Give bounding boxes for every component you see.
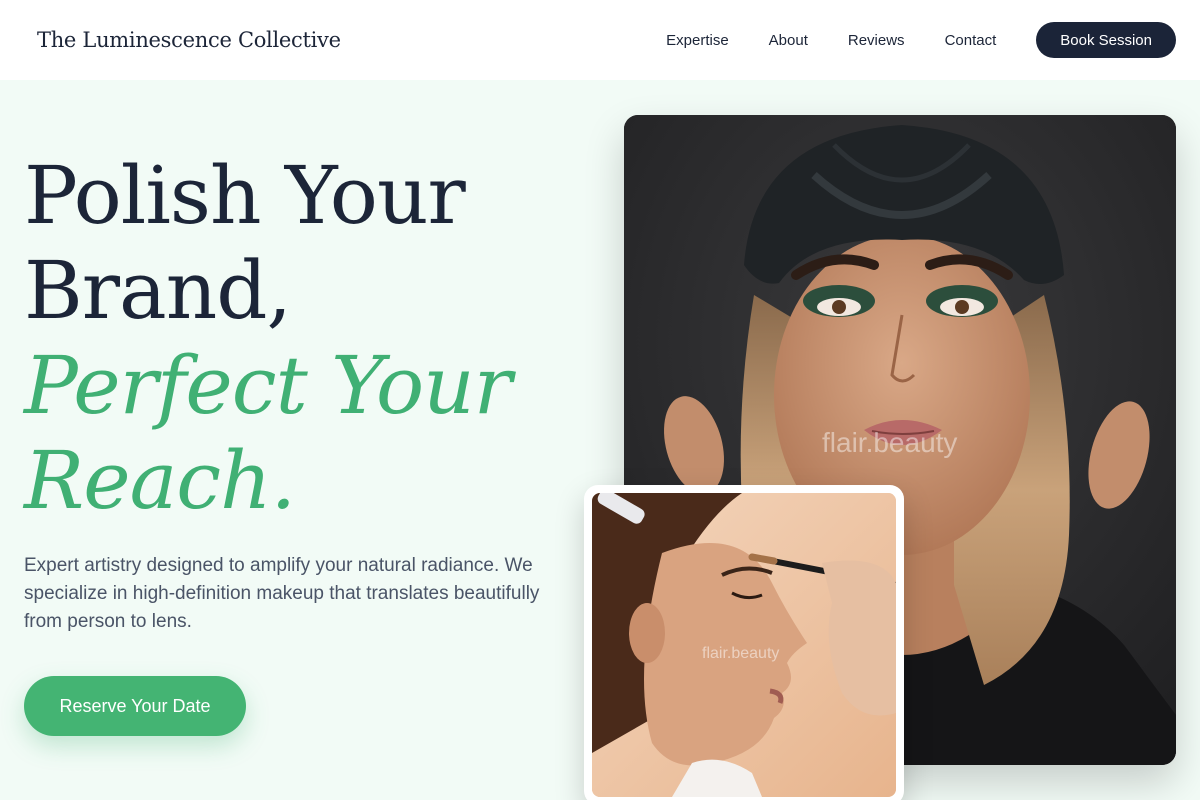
nav-link-about[interactable]: About <box>769 32 808 49</box>
makeup-application-illustration <box>592 493 896 797</box>
hero-title: Polish Your Brand, Perfect Your Reach. <box>24 148 512 528</box>
hero-accent-line-1: Perfect Your <box>24 339 512 432</box>
main-nav: Expertise About Reviews Contact <box>666 32 996 49</box>
reserve-date-button[interactable]: Reserve Your Date <box>24 676 246 736</box>
site-header: The Luminescence Collective Expertise Ab… <box>0 0 1200 80</box>
brand-logo[interactable]: The Luminescence Collective <box>37 28 341 52</box>
nav-link-expertise[interactable]: Expertise <box>666 32 729 49</box>
hero-title-line-2: Brand, <box>24 244 292 337</box>
hero-accent-line-2: Reach. <box>24 434 296 527</box>
book-session-button[interactable]: Book Session <box>1036 22 1176 58</box>
nav-link-reviews[interactable]: Reviews <box>848 32 905 49</box>
hero-description: Expert artistry designed to amplify your… <box>24 555 540 632</box>
nav-link-contact[interactable]: Contact <box>945 32 997 49</box>
inset-image-frame: flair.beauty <box>584 485 904 800</box>
hero-title-line-1: Polish Your <box>24 149 466 242</box>
makeup-application-image: flair.beauty <box>592 493 896 797</box>
